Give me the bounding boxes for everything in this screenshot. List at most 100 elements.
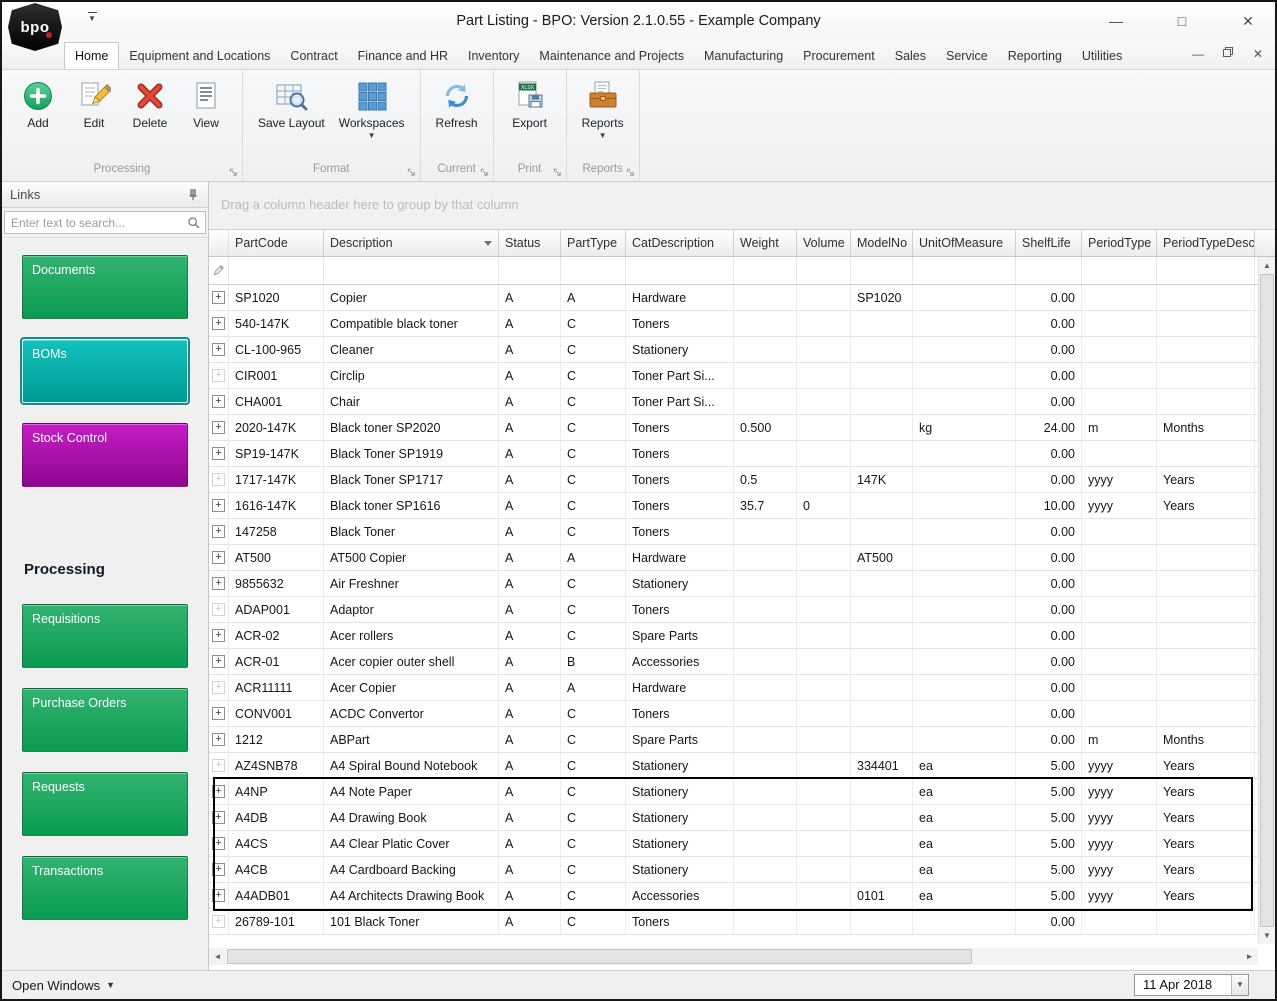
column-header-unitofmeasure[interactable]: UnitOfMeasure (913, 230, 1016, 256)
tab-manufacturing[interactable]: Manufacturing (694, 43, 793, 69)
delete-button[interactable]: Delete (122, 74, 178, 162)
column-header-description[interactable]: Description (324, 230, 499, 256)
table-row-a4db[interactable]: + A4DB A4 Drawing Book A C Stationery ea 5.00 yy… (209, 805, 1258, 831)
search-icon[interactable] (187, 216, 201, 230)
expand-plus-icon[interactable]: + (212, 603, 225, 616)
dialog-launcher-icon[interactable] (480, 168, 489, 177)
maximize-button[interactable]: □ (1169, 13, 1195, 29)
workspaces-button[interactable]: Workspaces ▼ (332, 74, 412, 162)
column-header-catdescription[interactable]: CatDescription (626, 230, 734, 256)
expand-plus-icon[interactable]: + (212, 889, 225, 902)
column-header-periodtypedesc[interactable]: PeriodTypeDesc (1157, 230, 1255, 256)
scroll-up-button[interactable]: ▲ (1259, 257, 1275, 274)
tab-finance-and-hr[interactable]: Finance and HR (348, 43, 458, 69)
expand-plus-icon[interactable]: + (212, 317, 225, 330)
expand-plus-icon[interactable]: + (212, 863, 225, 876)
expand-plus-icon[interactable]: + (212, 785, 225, 798)
expand-plus-icon[interactable]: + (212, 447, 225, 460)
minimize-button[interactable]: — (1103, 13, 1129, 29)
tab-home[interactable]: Home (64, 42, 120, 69)
column-header-periodtype[interactable]: PeriodType (1082, 230, 1157, 256)
table-row-az4snb78[interactable]: + AZ4SNB78 A4 Spiral Bound Notebook A C Stati… (209, 753, 1258, 779)
expand-plus-icon[interactable]: + (212, 369, 225, 382)
filter-cell-partcode[interactable] (229, 257, 324, 284)
expand-plus-icon[interactable]: + (212, 655, 225, 668)
sidebar-item-transactions[interactable]: Transactions (22, 856, 188, 920)
expand-plus-icon[interactable]: + (212, 577, 225, 590)
view-button[interactable]: View (178, 74, 234, 162)
sidebar-item-stock-control[interactable]: Stock Control (22, 423, 188, 487)
sidebar-item-purchase-orders[interactable]: Purchase Orders (22, 688, 188, 752)
expand-plus-icon[interactable]: + (212, 395, 225, 408)
dialog-launcher-icon[interactable] (229, 168, 238, 177)
filter-cell-parttype[interactable] (561, 257, 626, 284)
expand-plus-icon[interactable]: + (212, 629, 225, 642)
expand-plus-icon[interactable]: + (212, 291, 225, 304)
dialog-launcher-icon[interactable] (407, 168, 416, 177)
column-header-volume[interactable]: Volume (797, 230, 851, 256)
table-row-adap001[interactable]: + ADAP001 Adaptor A C Toners 0.00 (209, 597, 1258, 623)
expand-plus-icon[interactable]: + (212, 421, 225, 434)
expand-plus-icon[interactable]: + (212, 837, 225, 850)
expand-plus-icon[interactable]: + (212, 473, 225, 486)
column-header-modelno[interactable]: ModelNo (851, 230, 913, 256)
table-row-sp1020[interactable]: + SP1020 Copier A A Hardware SP1020 0.00 (209, 285, 1258, 311)
expand-plus-icon[interactable]: + (212, 759, 225, 772)
sidebar-item-boms[interactable]: BOMs (20, 337, 190, 405)
table-row-a4cs[interactable]: + A4CS A4 Clear Platic Cover A C Stationery ea… (209, 831, 1258, 857)
column-header-status[interactable]: Status (499, 230, 561, 256)
add-button[interactable]: Add (10, 74, 66, 162)
table-row-1212[interactable]: +1212 ABPart A C Spare Parts 0.00 m Months (209, 727, 1258, 753)
expand-plus-icon[interactable]: + (212, 525, 225, 538)
column-header-weight[interactable]: Weight (734, 230, 797, 256)
save-layout-button[interactable]: Save Layout (251, 74, 332, 162)
table-row-1717-147k[interactable]: +1717-147K Black Toner SP1717 A C Toners 0.5 1… (209, 467, 1258, 493)
table-row-9855632[interactable]: +9855632 Air Freshner A C Stationery 0.00 (209, 571, 1258, 597)
table-row-a4np[interactable]: + A4NP A4 Note Paper A C Stationery ea 5.00 yyyy… (209, 779, 1258, 805)
table-row-2020-147k[interactable]: +2020-147K Black toner SP2020 A C Toners 0.50… (209, 415, 1258, 441)
quick-access-chevron-icon[interactable]: ▼ (88, 12, 97, 23)
tab-reporting[interactable]: Reporting (998, 43, 1072, 69)
table-row-540-147k[interactable]: +540-147K Compatible black toner A C Toners 0… (209, 311, 1258, 337)
scroll-down-button[interactable]: ▼ (1259, 927, 1275, 944)
filter-cell-periodtypedesc[interactable] (1157, 257, 1255, 284)
filter-cell-status[interactable] (499, 257, 561, 284)
scroll-right-button[interactable]: ► (1241, 948, 1258, 965)
table-row-acr11111[interactable]: + ACR11111 Acer Copier A A Hardware 0.00 (209, 675, 1258, 701)
table-row-conv001[interactable]: + CONV001 ACDC Convertor A C Toners 0.00 (209, 701, 1258, 727)
expand-plus-icon[interactable]: + (212, 551, 225, 564)
scroll-left-button[interactable]: ◄ (209, 948, 226, 965)
expand-plus-icon[interactable]: + (212, 343, 225, 356)
table-row-acr-02[interactable]: + ACR-02 Acer rollers A C Spare Parts 0.00 (209, 623, 1258, 649)
tab-service[interactable]: Service (936, 43, 998, 69)
tab-sales[interactable]: Sales (885, 43, 936, 69)
table-row-cl-100-965[interactable]: + CL-100-965 Cleaner A C Stationery 0.00 (209, 337, 1258, 363)
sidebar-item-requests[interactable]: Requests (22, 772, 188, 836)
expand-plus-icon[interactable]: + (212, 811, 225, 824)
sidebar-item-documents[interactable]: Documents (22, 255, 188, 319)
table-row-26789-101[interactable]: +26789-101 101 Black Toner A C Toners 0.00 (209, 909, 1258, 935)
table-row-1616-147k[interactable]: +1616-147K Black toner SP1616 A C Toners 35.7… (209, 493, 1258, 519)
tab-inventory[interactable]: Inventory (458, 43, 529, 69)
mdi-restore-button[interactable] (1221, 46, 1235, 61)
tab-procurement[interactable]: Procurement (793, 43, 885, 69)
expand-plus-icon[interactable]: + (212, 681, 225, 694)
filter-cell-shelflife[interactable] (1016, 257, 1082, 284)
dialog-launcher-icon[interactable] (626, 168, 635, 177)
mdi-minimize-button[interactable]: — (1191, 47, 1205, 61)
horizontal-scroll-thumb[interactable] (227, 949, 972, 964)
filter-cell-periodtype[interactable] (1082, 257, 1157, 284)
filter-cell-description[interactable] (324, 257, 499, 284)
expand-plus-icon[interactable]: + (212, 733, 225, 746)
tab-maintenance-and-projects[interactable]: Maintenance and Projects (529, 43, 694, 69)
expand-plus-icon[interactable]: + (212, 915, 225, 928)
horizontal-scrollbar[interactable]: ◄ ► (209, 948, 1258, 965)
vertical-scrollbar[interactable]: ▲ ▼ (1258, 257, 1275, 944)
expand-plus-icon[interactable]: + (212, 499, 225, 512)
date-dropdown-icon[interactable]: ▼ (1231, 975, 1248, 995)
filter-cell-unitofmeasure[interactable] (913, 257, 1016, 284)
vertical-scroll-thumb[interactable] (1260, 274, 1274, 927)
table-row-cir001[interactable]: + CIR001 Circlip A C Toner Part Si... 0.00 (209, 363, 1258, 389)
dialog-launcher-icon[interactable] (553, 168, 562, 177)
pin-icon[interactable] (186, 188, 200, 202)
